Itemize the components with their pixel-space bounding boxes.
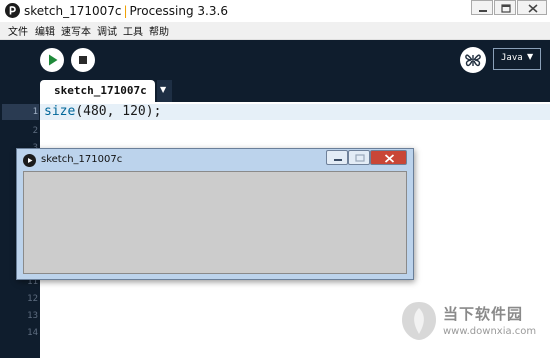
close-icon — [384, 154, 395, 163]
chevron-down-icon: ▼ — [160, 85, 167, 94]
window-title-version: Processing 3.3.6 — [129, 4, 228, 18]
line-number: 12 — [27, 294, 38, 304]
chevron-down-icon: ▼ — [527, 52, 534, 61]
watermark-logo-icon — [402, 302, 436, 340]
close-icon — [528, 4, 538, 13]
play-icon — [49, 54, 58, 66]
tab-sketch[interactable]: sketch_171007c — [40, 80, 155, 102]
title-bar: sketch_171007c | Processing 3.3.6 — [0, 0, 550, 22]
window-title: sketch_171007c | Processing 3.3.6 — [24, 4, 228, 18]
watermark-url: www.downxia.com — [443, 326, 537, 337]
line-number: 14 — [27, 328, 38, 338]
sketch-maximize-button[interactable] — [348, 150, 370, 165]
stop-button[interactable] — [71, 48, 95, 72]
debug-button[interactable] — [460, 47, 486, 73]
stop-icon — [79, 56, 87, 64]
processing-logo-icon — [5, 3, 20, 18]
sketch-close-button[interactable] — [370, 150, 407, 165]
mode-label: Java — [501, 53, 523, 63]
menu-item-debug[interactable]: 调试 — [97, 23, 117, 38]
code-arguments: (480, 120); — [75, 104, 162, 119]
menu-bar: 文件 编辑 速写本 调试 工具 帮助 — [0, 22, 550, 40]
window-title-sketch: sketch_171007c — [24, 4, 122, 18]
menu-item-edit[interactable]: 编辑 — [35, 23, 55, 38]
menu-item-tools[interactable]: 工具 — [123, 23, 143, 38]
minimize-button[interactable] — [471, 0, 493, 15]
sketch-window-title: sketch_171007c — [41, 154, 123, 165]
minimize-icon — [479, 10, 487, 12]
line-number: 13 — [27, 311, 38, 321]
code-line[interactable]: size(480, 120); — [44, 104, 161, 119]
code-function: size — [44, 104, 76, 119]
sketch-minimize-button[interactable] — [326, 150, 348, 165]
menu-item-file[interactable]: 文件 — [8, 23, 28, 38]
maximize-button[interactable] — [494, 0, 516, 15]
tab-menu-button[interactable]: ▼ — [157, 80, 172, 102]
processing-logo-icon — [23, 154, 36, 167]
butterfly-icon — [465, 54, 481, 67]
watermark-name: 当下软件园 — [443, 305, 524, 323]
line-number: 1 — [32, 107, 38, 117]
run-button[interactable] — [40, 48, 64, 72]
menu-item-sketch[interactable]: 速写本 — [61, 23, 91, 38]
title-separator: | — [123, 4, 128, 18]
maximize-icon — [355, 154, 365, 162]
line-number: 2 — [32, 126, 38, 136]
minimize-icon — [334, 159, 342, 161]
close-button[interactable] — [517, 0, 547, 15]
tab-label: sketch_171007c — [54, 84, 147, 97]
sketch-window[interactable]: sketch_171007c — [16, 148, 414, 280]
sketch-canvas[interactable] — [23, 171, 407, 274]
menu-item-help[interactable]: 帮助 — [149, 23, 169, 38]
mode-selector[interactable]: Java ▼ — [493, 48, 541, 70]
maximize-icon — [501, 4, 511, 13]
